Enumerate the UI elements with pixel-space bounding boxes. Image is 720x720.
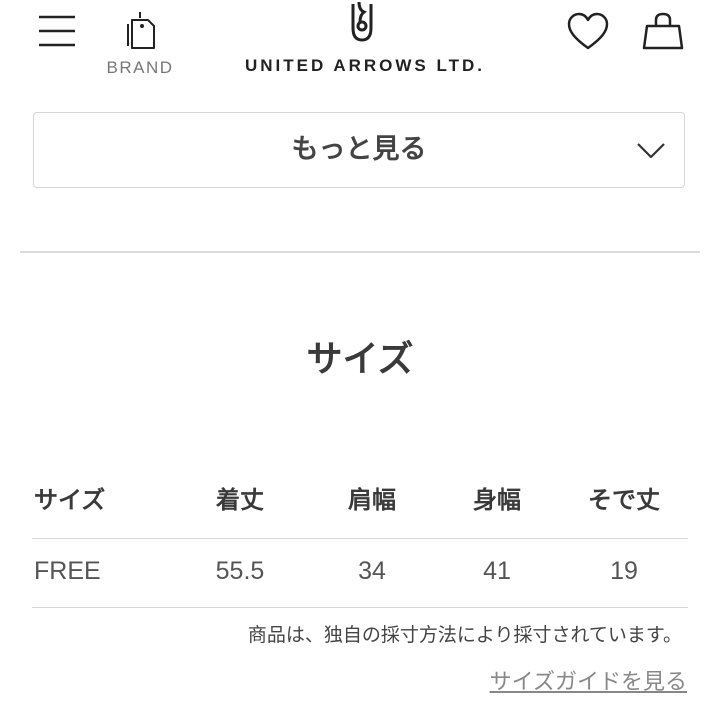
- column-header-sleeve: そで丈: [588, 486, 660, 514]
- column-header-chest: 身幅: [473, 486, 521, 514]
- size-table: サイズ 着丈 肩幅 身幅 そで丈 FREE 55.5 34 41 19: [32, 470, 688, 608]
- brand-label: BRAND: [106, 58, 174, 77]
- brand-button[interactable]: BRAND: [100, 8, 180, 80]
- measurement-note: 商品は、独自の採寸方法により採寸されています。: [247, 624, 682, 646]
- table-row: FREE 55.5 34 41 19: [32, 539, 688, 608]
- cell-sleeve: 19: [610, 557, 638, 585]
- table-header-row: サイズ 着丈 肩幅 身幅 そで丈: [32, 470, 688, 539]
- section-divider: [20, 251, 700, 253]
- cell-chest: 41: [483, 557, 511, 585]
- column-header-size: サイズ: [34, 486, 106, 514]
- site-logo[interactable]: UNITED ARROWS LTD.: [230, 0, 500, 84]
- logo-mark-icon: [351, 1, 373, 42]
- cell-length: 55.5: [215, 557, 265, 585]
- cell-shoulder: 34: [358, 557, 386, 585]
- cell-size: FREE: [34, 557, 101, 585]
- size-section-title: サイズ: [306, 339, 414, 380]
- column-header-length: 着丈: [216, 486, 264, 514]
- size-guide-link[interactable]: サイズガイドを見る: [0, 664, 687, 696]
- column-header-shoulder: 肩幅: [348, 486, 396, 514]
- menu-icon[interactable]: [38, 14, 76, 48]
- logo-text: UNITED ARROWS LTD.: [244, 56, 486, 75]
- bag-icon[interactable]: [642, 12, 684, 56]
- chevron-down-icon: [637, 143, 665, 159]
- heart-icon[interactable]: [566, 12, 610, 56]
- show-more-button[interactable]: もっと見る: [33, 112, 685, 188]
- tag-icon: [127, 12, 155, 49]
- site-header: BRAND UNITED ARROWS LTD.: [0, 0, 720, 100]
- show-more-label: もっと見る: [291, 134, 427, 165]
